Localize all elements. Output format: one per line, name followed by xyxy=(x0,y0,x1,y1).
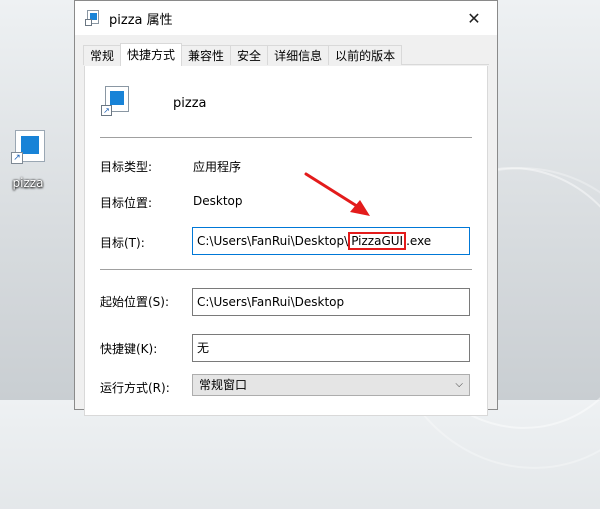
run-mode-select[interactable]: 常规窗口 ⌵ xyxy=(192,374,470,396)
start-in-label: 起始位置(S): xyxy=(100,295,170,309)
divider xyxy=(100,269,472,270)
chevron-down-icon: ⌵ xyxy=(455,379,463,390)
desktop-icon-label: pizza xyxy=(12,176,44,190)
tab-details[interactable]: 详细信息 xyxy=(267,45,330,65)
tab-shortcut[interactable]: 快捷方式 xyxy=(120,43,183,66)
tab-security[interactable]: 安全 xyxy=(230,45,269,65)
tab-previous-versions[interactable]: 以前的版本 xyxy=(328,45,403,65)
properties-dialog: pizza 属性 ✕ 常规 快捷方式 兼容性 安全 详细信息 以前的版本 ↗ p… xyxy=(74,0,498,416)
target-path-prefix: C:\Users\FanRui\Desktop\ xyxy=(197,234,349,248)
shortcut-name: pizza xyxy=(173,96,207,111)
shortcut-tab-panel: ↗ pizza 目标类型: 应用程序 目标位置: Desktop 目标(T): … xyxy=(84,66,488,416)
annotation-highlight-box: PizzaGUI xyxy=(348,232,407,250)
close-button[interactable]: ✕ xyxy=(451,1,497,35)
tab-bar: 常规 快捷方式 兼容性 安全 详细信息 以前的版本 xyxy=(75,43,497,66)
desktop-shortcut-pizza[interactable]: ↗ pizza xyxy=(6,130,50,190)
target-type-label: 目标类型: xyxy=(100,160,153,174)
start-in-input[interactable]: C:\Users\FanRui\Desktop xyxy=(192,288,470,316)
hotkey-input[interactable]: 无 xyxy=(192,334,470,362)
hotkey-label: 快捷键(K): xyxy=(100,342,158,356)
close-icon: ✕ xyxy=(467,8,481,28)
window-title: pizza 属性 xyxy=(109,12,173,28)
tab-general[interactable]: 常规 xyxy=(83,45,122,65)
run-mode-value: 常规窗口 xyxy=(199,378,248,392)
target-path-suffix: .exe xyxy=(406,234,432,248)
shortcut-file-icon[interactable]: ↗ xyxy=(101,86,133,118)
shortcut-file-icon xyxy=(85,10,101,26)
target-location-label: 目标位置: xyxy=(100,196,153,210)
divider xyxy=(100,137,472,138)
target-type-value: 应用程序 xyxy=(193,160,242,174)
tab-compatibility[interactable]: 兼容性 xyxy=(181,45,232,65)
title-bar[interactable]: pizza 属性 ✕ xyxy=(75,1,497,35)
target-input[interactable]: C:\Users\FanRui\Desktop\ PizzaGUI .exe xyxy=(192,227,470,255)
shortcut-file-icon: ↗ xyxy=(11,130,45,164)
target-location-value: Desktop xyxy=(193,194,243,208)
run-label: 运行方式(R): xyxy=(100,381,170,395)
target-label: 目标(T): xyxy=(100,236,145,250)
